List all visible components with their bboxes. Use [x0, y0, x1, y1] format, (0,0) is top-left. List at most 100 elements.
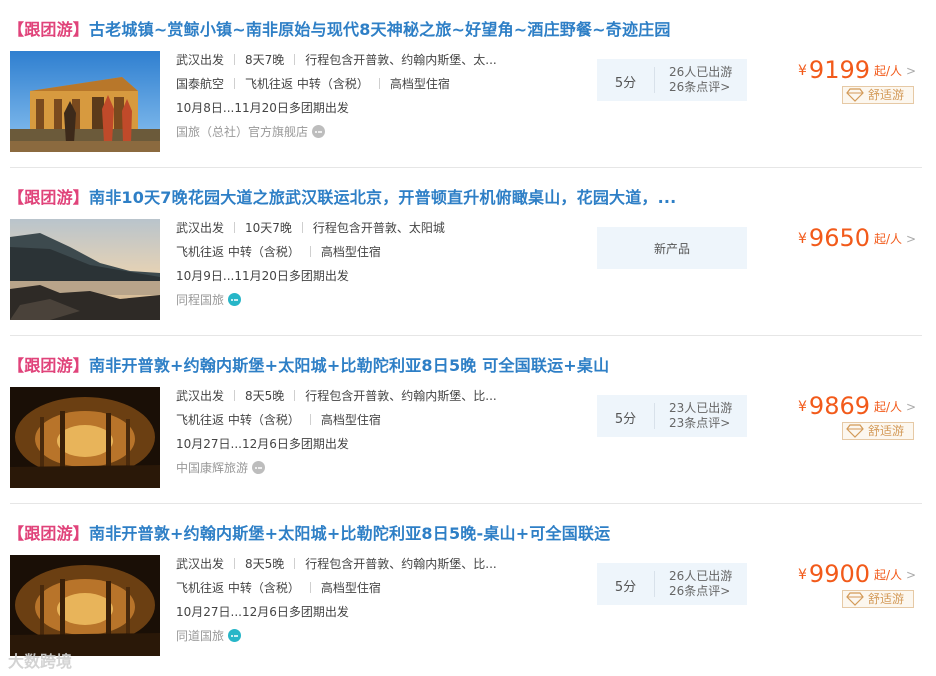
- product-title: 南非开普敦+约翰内斯堡+太阳城+比勒陀利亚8日5晚-桌山+可全国联运: [89, 524, 611, 543]
- transport-info: 飞机往返 中转（含税）: [176, 245, 300, 259]
- product-tag: 【跟团游】: [8, 188, 90, 207]
- product-title: 古老城镇~赏鲸小镇~南非原始与现代8天神秘之旅~好望角~酒庄野餐~奇迹庄园: [89, 20, 671, 39]
- product-meta-row: 国泰航空 飞机往返 中转（含税） 高档型住宿: [176, 75, 450, 92]
- watermark: 大数跨境: [8, 652, 73, 671]
- product-title-link[interactable]: 【跟团游】南非开普敦+约翰内斯堡+太阳城+比勒陀利亚8日5晚-桌山+可全国联运: [8, 520, 610, 544]
- chevron-right-icon: >: [906, 232, 917, 246]
- departure-city: 武汉出发: [176, 221, 225, 235]
- price-unit: 起/人: [874, 568, 903, 582]
- diamond-icon: [846, 88, 864, 102]
- traveled-count: 23人已出游: [669, 401, 733, 415]
- divider: [654, 571, 655, 597]
- review-count-link[interactable]: 26条点评>: [669, 80, 732, 95]
- price-value: 9650: [808, 224, 870, 252]
- price-link[interactable]: ¥9650 起/人 >: [798, 224, 916, 252]
- transport-info: 飞机往返 中转（含税）: [176, 413, 300, 427]
- product-title: 南非开普敦+约翰内斯堡+太阳城+比勒陀利亚8日5晚 可全国联运+桌山: [89, 356, 610, 375]
- new-product-label: 新产品: [653, 242, 690, 256]
- departure-dates: 10月27日...12月6日多团期出发: [176, 605, 349, 619]
- review-score: 5分: [614, 76, 637, 91]
- badge-label: 舒适游: [868, 424, 905, 438]
- trip-duration: 8天7晚: [245, 53, 285, 67]
- review-score: 5分: [614, 580, 637, 595]
- departure-city: 武汉出发: [176, 53, 225, 67]
- price-unit: 起/人: [874, 64, 903, 78]
- departure-dates: 10月27日...12月6日多团期出发: [176, 437, 349, 451]
- price-value: 9869: [808, 392, 870, 420]
- chat-bubble-icon[interactable]: [252, 461, 266, 474]
- product-title: 南非10天7晚花园大道之旅武汉联运北京，开普顿直升机俯瞰桌山，花园大道，...: [89, 188, 677, 207]
- hotel-level: 高档型住宿: [320, 245, 381, 259]
- product-title-link[interactable]: 【跟团游】南非开普敦+约翰内斯堡+太阳城+比勒陀利亚8日5晚 可全国联运+桌山: [8, 352, 609, 376]
- product-card: 【跟团游】南非开普敦+约翰内斯堡+太阳城+比勒陀利亚8日5晚 可全国联运+桌山 …: [0, 336, 936, 504]
- product-meta-row: 武汉出发 8天5晚 行程包含开普敦、约翰内斯堡、比...: [176, 555, 497, 572]
- seller-row[interactable]: 中国康辉旅游: [176, 459, 266, 476]
- hotel-level: 高档型住宿: [320, 413, 381, 427]
- review-box[interactable]: 5分 26人已出游 26条点评>: [597, 59, 747, 101]
- hotel-level: 高档型住宿: [389, 77, 450, 91]
- chat-bubble-icon[interactable]: [228, 629, 242, 642]
- product-thumbnail[interactable]: [10, 219, 160, 320]
- product-meta-row: 飞机往返 中转（含税） 高档型住宿: [176, 243, 381, 260]
- product-meta-row: 飞机往返 中转（含税） 高档型住宿: [176, 411, 381, 428]
- airline: 国泰航空: [176, 77, 225, 91]
- product-thumbnail[interactable]: [10, 555, 160, 656]
- review-box[interactable]: 5分 23人已出游 23条点评>: [597, 395, 747, 437]
- seller-row[interactable]: 国旅（总社）官方旗舰店: [176, 123, 326, 140]
- chat-bubble-icon[interactable]: [228, 293, 242, 306]
- review-count-link[interactable]: 26条点评>: [669, 584, 732, 599]
- price-link[interactable]: ¥9900 起/人 >: [798, 560, 916, 588]
- comfort-badge: 舒适游: [842, 422, 914, 440]
- badge-label: 舒适游: [868, 88, 905, 102]
- review-count-link[interactable]: 23条点评>: [669, 416, 732, 431]
- chevron-right-icon: >: [906, 568, 917, 582]
- price-value: 9199: [808, 56, 870, 84]
- currency-symbol: ¥: [798, 231, 807, 247]
- departure-dates: 10月8日...11月20日多团期出发: [176, 101, 349, 115]
- price-unit: 起/人: [874, 232, 903, 246]
- departure-dates: 10月9日...11月20日多团期出发: [176, 269, 349, 283]
- product-title-link[interactable]: 【跟团游】南非10天7晚花园大道之旅武汉联运北京，开普顿直升机俯瞰桌山，花园大道…: [8, 184, 676, 208]
- product-card: 【跟团游】南非10天7晚花园大道之旅武汉联运北京，开普顿直升机俯瞰桌山，花园大道…: [0, 168, 936, 336]
- seller-row[interactable]: 同道国旅: [176, 627, 242, 644]
- trip-duration: 8天5晚: [245, 389, 285, 403]
- currency-symbol: ¥: [798, 567, 807, 583]
- divider: [654, 67, 655, 93]
- chevron-right-icon: >: [906, 64, 917, 78]
- product-card: 【跟团游】南非开普敦+约翰内斯堡+太阳城+比勒陀利亚8日5晚-桌山+可全国联运 …: [0, 504, 936, 672]
- chat-bubble-icon[interactable]: [312, 125, 326, 138]
- chevron-right-icon: >: [906, 400, 917, 414]
- transport-info: 飞机往返 中转（含税）: [245, 77, 369, 91]
- product-meta-row: 武汉出发 8天7晚 行程包含开普敦、约翰内斯堡、太...: [176, 51, 497, 68]
- trip-duration: 10天7晚: [245, 221, 292, 235]
- diamond-icon: [846, 592, 864, 606]
- product-meta-row: 武汉出发 10天7晚 行程包含开普敦、太阳城: [176, 219, 445, 236]
- product-meta-row: 武汉出发 8天5晚 行程包含开普敦、约翰内斯堡、比...: [176, 387, 497, 404]
- traveled-count: 26人已出游: [669, 569, 733, 583]
- departure-city: 武汉出发: [176, 557, 225, 571]
- price-value: 9900: [808, 560, 870, 588]
- product-thumbnail[interactable]: [10, 51, 160, 152]
- departure-city: 武汉出发: [176, 389, 225, 403]
- badge-label: 舒适游: [868, 592, 905, 606]
- comfort-badge: 舒适游: [842, 590, 914, 608]
- seller-row[interactable]: 同程国旅: [176, 291, 242, 308]
- price-unit: 起/人: [874, 400, 903, 414]
- itinerary-summary: 行程包含开普敦、太阳城: [312, 221, 445, 235]
- product-title-link[interactable]: 【跟团游】古老城镇~赏鲸小镇~南非原始与现代8天神秘之旅~好望角~酒庄野餐~奇迹…: [8, 16, 671, 40]
- seller-name: 同道国旅: [176, 629, 225, 643]
- review-score: 5分: [614, 412, 637, 427]
- product-tag: 【跟团游】: [8, 356, 90, 375]
- product-meta-row: 飞机往返 中转（含税） 高档型住宿: [176, 579, 381, 596]
- traveled-count: 26人已出游: [669, 65, 733, 79]
- review-box[interactable]: 5分 26人已出游 26条点评>: [597, 563, 747, 605]
- price-link[interactable]: ¥9869 起/人 >: [798, 392, 916, 420]
- seller-name: 同程国旅: [176, 293, 225, 307]
- price-link[interactable]: ¥9199 起/人 >: [798, 56, 916, 84]
- currency-symbol: ¥: [798, 399, 807, 415]
- product-tag: 【跟团游】: [8, 524, 90, 543]
- product-thumbnail[interactable]: [10, 387, 160, 488]
- itinerary-summary: 行程包含开普敦、约翰内斯堡、太...: [305, 53, 497, 67]
- divider: [654, 403, 655, 429]
- product-tag: 【跟团游】: [8, 20, 90, 39]
